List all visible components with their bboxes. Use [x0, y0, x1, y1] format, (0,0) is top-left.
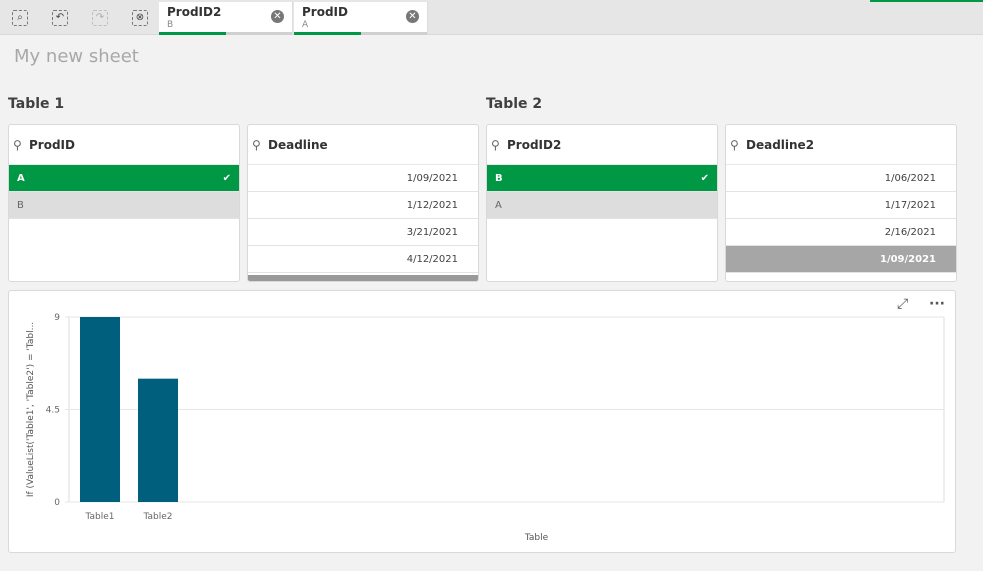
chip-bar: [159, 32, 292, 35]
list-item[interactable]: B ✔: [487, 165, 717, 192]
x-tick-label: Table2: [143, 512, 173, 522]
selection-chip-prodid[interactable]: ProdID A ✕: [294, 2, 428, 35]
listbox-title: ProdID2: [507, 138, 562, 152]
smart-search-icon[interactable]: ⌕: [12, 10, 28, 26]
search-icon[interactable]: ⚲: [252, 125, 261, 165]
bar-table1[interactable]: [80, 317, 120, 502]
list-item[interactable]: 3/21/2021: [248, 219, 478, 246]
chip-bar: [294, 32, 427, 35]
list-item[interactable]: B: [9, 192, 239, 219]
search-icon[interactable]: ⚲: [13, 125, 22, 165]
table1-label: Table 1: [8, 96, 65, 112]
step-back-icon[interactable]: ↶: [52, 10, 68, 26]
bar-chart[interactable]: ⤢ ··· 0 4.5 9 Table1 Table2 Table If (ValueLis…: [8, 290, 956, 553]
listbox-title: ProdID: [29, 138, 75, 152]
search-icon[interactable]: ⚲: [730, 125, 739, 165]
list-item[interactable]: 1/17/2021: [726, 192, 956, 219]
y-axis-title: If (ValueList('Table1', 'Table2') = 'Tab…: [26, 322, 36, 497]
x-axis-title: Table: [524, 533, 549, 543]
chip-value: A: [302, 20, 309, 30]
scrollbar[interactable]: [248, 275, 478, 281]
y-tick-label: 0: [54, 498, 60, 508]
y-tick-label: 4.5: [46, 406, 60, 416]
selections-bar: ⌕ ↶ ↷ ⊗ ProdID2 B ✕ ProdID A ✕: [0, 0, 983, 35]
search-icon[interactable]: ⚲: [491, 125, 500, 165]
chip-field: ProdID2: [167, 5, 222, 19]
list-item[interactable]: 1/09/2021: [726, 246, 956, 273]
bar-table2[interactable]: [138, 378, 178, 502]
list-item[interactable]: 2/16/2021: [726, 219, 956, 246]
listbox-deadline[interactable]: ⚲ Deadline 1/09/2021 1/12/2021 3/21/2021 …: [247, 124, 479, 282]
list-item[interactable]: A ✔: [9, 165, 239, 192]
selection-chip-prodid2[interactable]: ProdID2 B ✕: [159, 2, 293, 35]
listbox-title: Deadline: [268, 138, 328, 152]
check-icon: ✔: [700, 173, 709, 184]
list-item[interactable]: 1/12/2021: [248, 192, 478, 219]
table2-label: Table 2: [486, 96, 543, 112]
list-item[interactable]: 1/06/2021: [726, 165, 956, 192]
chip-value: B: [167, 20, 174, 30]
close-icon[interactable]: ✕: [406, 10, 419, 23]
list-item[interactable]: A: [487, 192, 717, 219]
progress-line: [870, 0, 983, 2]
clear-selections-icon[interactable]: ⊗: [132, 10, 148, 26]
listbox-deadline2[interactable]: ⚲ Deadline2 1/06/2021 1/17/2021 2/16/2021…: [725, 124, 957, 282]
sheet-title: My new sheet: [14, 46, 139, 67]
chart-svg: 0 4.5 9 Table1 Table2 Table If (ValueList('Tab…: [26, 313, 945, 543]
step-forward-icon[interactable]: ↷: [92, 10, 108, 26]
list-item[interactable]: 1/09/2021: [248, 165, 478, 192]
chip-field: ProdID: [302, 5, 348, 19]
listbox-title: Deadline2: [746, 138, 815, 152]
listbox-prodid[interactable]: ⚲ ProdID A ✔ B: [8, 124, 240, 282]
close-icon[interactable]: ✕: [271, 10, 284, 23]
list-item[interactable]: 4/12/2021: [248, 246, 478, 273]
y-tick-label: 9: [54, 313, 60, 323]
x-tick-label: Table1: [85, 512, 115, 522]
check-icon: ✔: [222, 173, 231, 184]
listbox-prodid2[interactable]: ⚲ ProdID2 B ✔ A: [486, 124, 718, 282]
